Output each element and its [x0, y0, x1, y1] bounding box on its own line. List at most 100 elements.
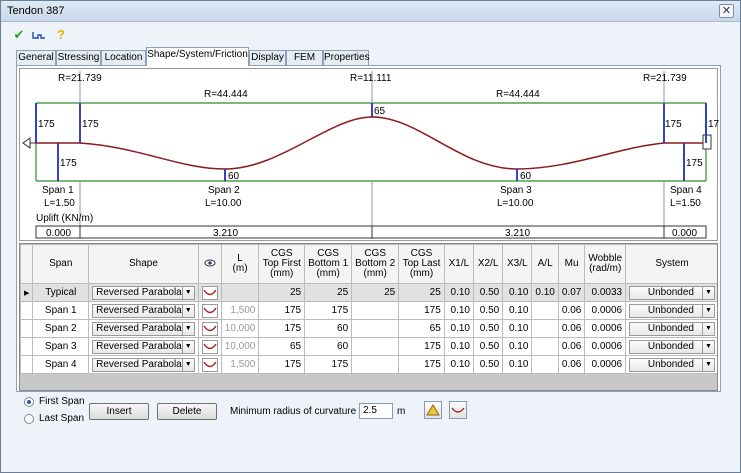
cell-bottom-2[interactable]	[351, 337, 400, 356]
chevron-down-icon[interactable]: ▼	[702, 358, 714, 371]
cell-shape-icon[interactable]	[197, 319, 222, 338]
chevron-down-icon[interactable]: ▼	[702, 286, 714, 299]
cell-length[interactable]: 10,000	[220, 319, 260, 338]
first-span-radio[interactable]: First Span	[24, 396, 85, 407]
row-indicator[interactable]	[20, 319, 34, 338]
cell-length[interactable]: 10,000	[220, 337, 260, 356]
min-radius-input[interactable]: 2.5	[359, 403, 393, 419]
chevron-down-icon[interactable]: ▼	[181, 322, 194, 335]
cell-span[interactable]: Typical	[32, 283, 90, 302]
cell-x3[interactable]: 0.10	[502, 355, 533, 374]
row-indicator[interactable]	[20, 355, 34, 374]
table-row[interactable]: ▶ Typical Reversed Parabola ▼ 25 25 25 25 0.10 0.…	[20, 283, 717, 302]
col-a-l[interactable]: A/L	[531, 244, 559, 284]
uplift-value[interactable]: 3.210	[213, 228, 238, 239]
help-icon[interactable]: ?	[53, 27, 69, 43]
cell-shape-icon[interactable]	[197, 283, 222, 302]
cell-top-last[interactable]: 65	[398, 319, 445, 338]
cell-x1[interactable]: 0.10	[443, 337, 475, 356]
chevron-down-icon[interactable]: ▼	[702, 304, 714, 317]
cell-top-first[interactable]: 175	[258, 319, 306, 338]
cell-x3[interactable]: 0.10	[502, 337, 533, 356]
col-mu[interactable]: Mu	[557, 244, 586, 284]
reversed-parabola-icon[interactable]	[201, 303, 218, 318]
cell-bottom-1[interactable]: 175	[304, 301, 353, 320]
cell-system[interactable]: Unbonded ▼	[625, 319, 717, 338]
chevron-down-icon[interactable]: ▼	[181, 304, 194, 317]
tab-location[interactable]: Location	[101, 50, 146, 66]
cell-span[interactable]: Span 2	[32, 319, 90, 338]
profile-view-button[interactable]	[424, 401, 442, 419]
curve-view-button[interactable]	[449, 401, 467, 419]
cell-x3[interactable]: 0.10	[502, 283, 533, 302]
cell-top-last[interactable]: 175	[398, 337, 445, 356]
col-x2-l[interactable]: X2/L	[472, 244, 504, 284]
cell-mu[interactable]: 0.06	[557, 337, 586, 356]
cell-mu[interactable]: 0.07	[557, 283, 586, 302]
cell-x2[interactable]: 0.50	[472, 337, 504, 356]
cell-top-first[interactable]: 65	[258, 337, 306, 356]
cell-shape[interactable]: Reversed Parabola ▼	[88, 319, 199, 338]
row-indicator[interactable]: ▶	[20, 283, 34, 302]
cell-x1[interactable]: 0.10	[443, 283, 475, 302]
col-cgs-top-first[interactable]: CGS Top First (mm)	[258, 244, 306, 284]
cell-top-last[interactable]: 175	[398, 301, 445, 320]
cell-shape[interactable]: Reversed Parabola ▼	[88, 283, 199, 302]
col-system[interactable]: System	[625, 244, 717, 284]
cell-wobble[interactable]: 0.0006	[584, 355, 627, 374]
col-x3-l[interactable]: X3/L	[502, 244, 533, 284]
tab-general[interactable]: General	[16, 50, 56, 66]
cell-bottom-2[interactable]	[351, 319, 400, 338]
cell-span[interactable]: Span 3	[32, 337, 90, 356]
cell-mu[interactable]: 0.06	[557, 301, 586, 320]
system-dropdown[interactable]: Unbonded ▼	[629, 357, 715, 372]
cell-a[interactable]	[531, 319, 559, 338]
cell-shape-icon[interactable]	[197, 301, 222, 320]
shape-dropdown[interactable]: Reversed Parabola ▼	[92, 285, 195, 300]
cell-x2[interactable]: 0.50	[472, 355, 504, 374]
cell-x2[interactable]: 0.50	[472, 283, 504, 302]
col-shape[interactable]: Shape	[88, 244, 199, 284]
cell-x3[interactable]: 0.10	[502, 319, 533, 338]
reversed-parabola-icon[interactable]	[201, 339, 218, 354]
cell-system[interactable]: Unbonded ▼	[625, 301, 717, 320]
cell-a[interactable]	[531, 301, 559, 320]
uplift-value[interactable]: 0.000	[672, 228, 697, 239]
table-row[interactable]: Span 1 Reversed Parabola ▼ 1,500 175 175 175 0.…	[20, 301, 717, 320]
cell-a[interactable]	[531, 355, 559, 374]
reversed-parabola-icon[interactable]	[201, 321, 218, 336]
col-cgs-top-last[interactable]: CGS Top Last (mm)	[398, 244, 445, 284]
chevron-down-icon[interactable]: ▼	[702, 322, 714, 335]
chevron-down-icon[interactable]: ▼	[181, 358, 194, 371]
title-bar[interactable]: Tendon 387 ✕	[1, 1, 740, 22]
col-wobble[interactable]: Wobble (rad/m)	[584, 244, 627, 284]
cell-span[interactable]: Span 1	[32, 301, 90, 320]
cell-top-last[interactable]: 25	[398, 283, 445, 302]
chevron-down-icon[interactable]: ▼	[181, 286, 194, 299]
cell-shape-icon[interactable]	[197, 355, 222, 374]
system-dropdown[interactable]: Unbonded ▼	[629, 321, 715, 336]
cell-bottom-2[interactable]	[351, 301, 400, 320]
delete-button[interactable]: Delete	[157, 403, 217, 420]
cell-system[interactable]: Unbonded ▼	[625, 355, 717, 374]
table-row[interactable]: Span 2 Reversed Parabola ▼ 10,000 175 60 65 0.1…	[20, 319, 717, 338]
cell-wobble[interactable]: 0.0006	[584, 337, 627, 356]
insert-button[interactable]: Insert	[89, 403, 149, 420]
row-indicator[interactable]	[20, 337, 34, 356]
cell-system[interactable]: Unbonded ▼	[625, 283, 717, 302]
cell-shape[interactable]: Reversed Parabola ▼	[88, 337, 199, 356]
cell-system[interactable]: Unbonded ▼	[625, 337, 717, 356]
cell-bottom-1[interactable]: 175	[304, 355, 353, 374]
chevron-down-icon[interactable]: ▼	[702, 340, 714, 353]
radio-dot[interactable]	[24, 396, 34, 407]
cell-shape-icon[interactable]	[197, 337, 222, 356]
uplift-value[interactable]: 3.210	[505, 228, 530, 239]
cell-x1[interactable]: 0.10	[443, 319, 475, 338]
cell-shape[interactable]: Reversed Parabola ▼	[88, 355, 199, 374]
last-span-radio[interactable]: Last Span	[24, 413, 84, 424]
tab-properties[interactable]: Properties	[323, 50, 370, 66]
cell-a[interactable]: 0.10	[531, 283, 559, 302]
eye-icon[interactable]	[197, 244, 222, 284]
cell-wobble[interactable]: 0.0006	[584, 319, 627, 338]
cell-x1[interactable]: 0.10	[443, 301, 475, 320]
